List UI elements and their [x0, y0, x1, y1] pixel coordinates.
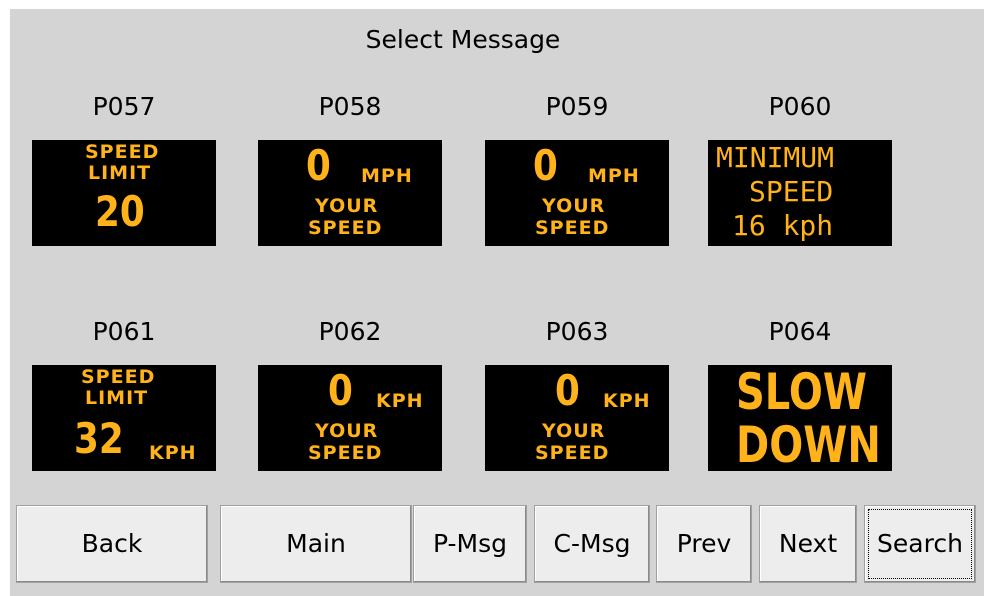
message-tile-p064[interactable]: P064 SLOW DOWN: [708, 315, 892, 472]
sign-line: LIMIT: [88, 162, 152, 184]
sign-line: LIMIT: [85, 387, 149, 409]
sign-line: SPEED: [85, 141, 160, 163]
sign-preview: SLOW DOWN: [708, 365, 892, 471]
message-tile-p062[interactable]: P062 0 KPH YOUR SPEED: [258, 315, 442, 472]
sign-line: SPEED: [308, 442, 383, 464]
sign-line: 32: [74, 414, 124, 463]
prev-button[interactable]: Prev: [656, 505, 752, 583]
sign-line: MPH: [588, 165, 640, 187]
next-button[interactable]: Next: [759, 505, 857, 583]
message-code: P057: [92, 92, 156, 121]
message-code: P064: [768, 317, 832, 346]
message-tile-p059[interactable]: P059 0 MPH YOUR SPEED: [485, 90, 669, 247]
sign-line: SPEED: [308, 217, 383, 239]
search-button[interactable]: Search: [864, 505, 976, 583]
message-code: P058: [318, 92, 382, 121]
sign-line: KPH: [603, 390, 651, 412]
message-tile-p058[interactable]: P058 0 MPH YOUR SPEED: [258, 90, 442, 247]
sign-preview: MINIMUM SPEED 16 kph: [708, 140, 892, 246]
sign-line: YOUR: [542, 195, 606, 217]
sign-line: MPH: [361, 165, 413, 187]
main-button[interactable]: Main: [220, 505, 412, 583]
message-code: P060: [768, 92, 832, 121]
message-tile-p063[interactable]: P063 0 KPH YOUR SPEED: [485, 315, 669, 472]
sign-line: 0: [555, 366, 580, 415]
message-code: P063: [545, 317, 609, 346]
sign-preview: 0 MPH YOUR SPEED: [485, 140, 669, 246]
sign-line: MINIMUM: [716, 141, 835, 174]
message-select-screen: Select Message P057 SPEED LIMIT 20 P058 …: [10, 9, 984, 596]
message-code: P061: [92, 317, 156, 346]
message-tile-p057[interactable]: P057 SPEED LIMIT 20: [32, 90, 216, 247]
sign-preview: 0 KPH YOUR SPEED: [258, 365, 442, 471]
back-button[interactable]: Back: [16, 505, 208, 583]
sign-preview: SPEED LIMIT 20: [32, 140, 216, 246]
sign-line: YOUR: [315, 195, 379, 217]
page-title: Select Message: [365, 25, 561, 54]
sign-line: 16 kph: [732, 209, 834, 242]
sign-line: SLOW: [736, 365, 867, 421]
sign-line: 0: [533, 141, 558, 190]
sign-line: SPEED: [535, 217, 610, 239]
sign-line: SPEED: [81, 366, 156, 388]
sign-line: YOUR: [315, 420, 379, 442]
sign-line: SPEED: [749, 175, 834, 208]
sign-line: 0: [306, 141, 331, 190]
message-tile-p060[interactable]: P060 MINIMUM SPEED 16 kph: [708, 90, 892, 247]
sign-line: YOUR: [542, 420, 606, 442]
sign-line: KPH: [149, 442, 197, 464]
sign-preview: SPEED LIMIT 32 KPH: [32, 365, 216, 471]
message-tile-p061[interactable]: P061 SPEED LIMIT 32 KPH: [32, 315, 216, 472]
sign-preview: 0 MPH YOUR SPEED: [258, 140, 442, 246]
sign-preview: 0 KPH YOUR SPEED: [485, 365, 669, 471]
message-code: P062: [318, 317, 382, 346]
c-msg-button[interactable]: C-Msg: [534, 505, 650, 583]
p-msg-button[interactable]: P-Msg: [413, 505, 527, 583]
sign-line: 20: [95, 187, 145, 236]
sign-line: SPEED: [535, 442, 610, 464]
sign-line: KPH: [376, 390, 424, 412]
sign-line: 0: [328, 366, 353, 415]
sign-line: DOWN: [736, 416, 881, 471]
message-code: P059: [545, 92, 609, 121]
